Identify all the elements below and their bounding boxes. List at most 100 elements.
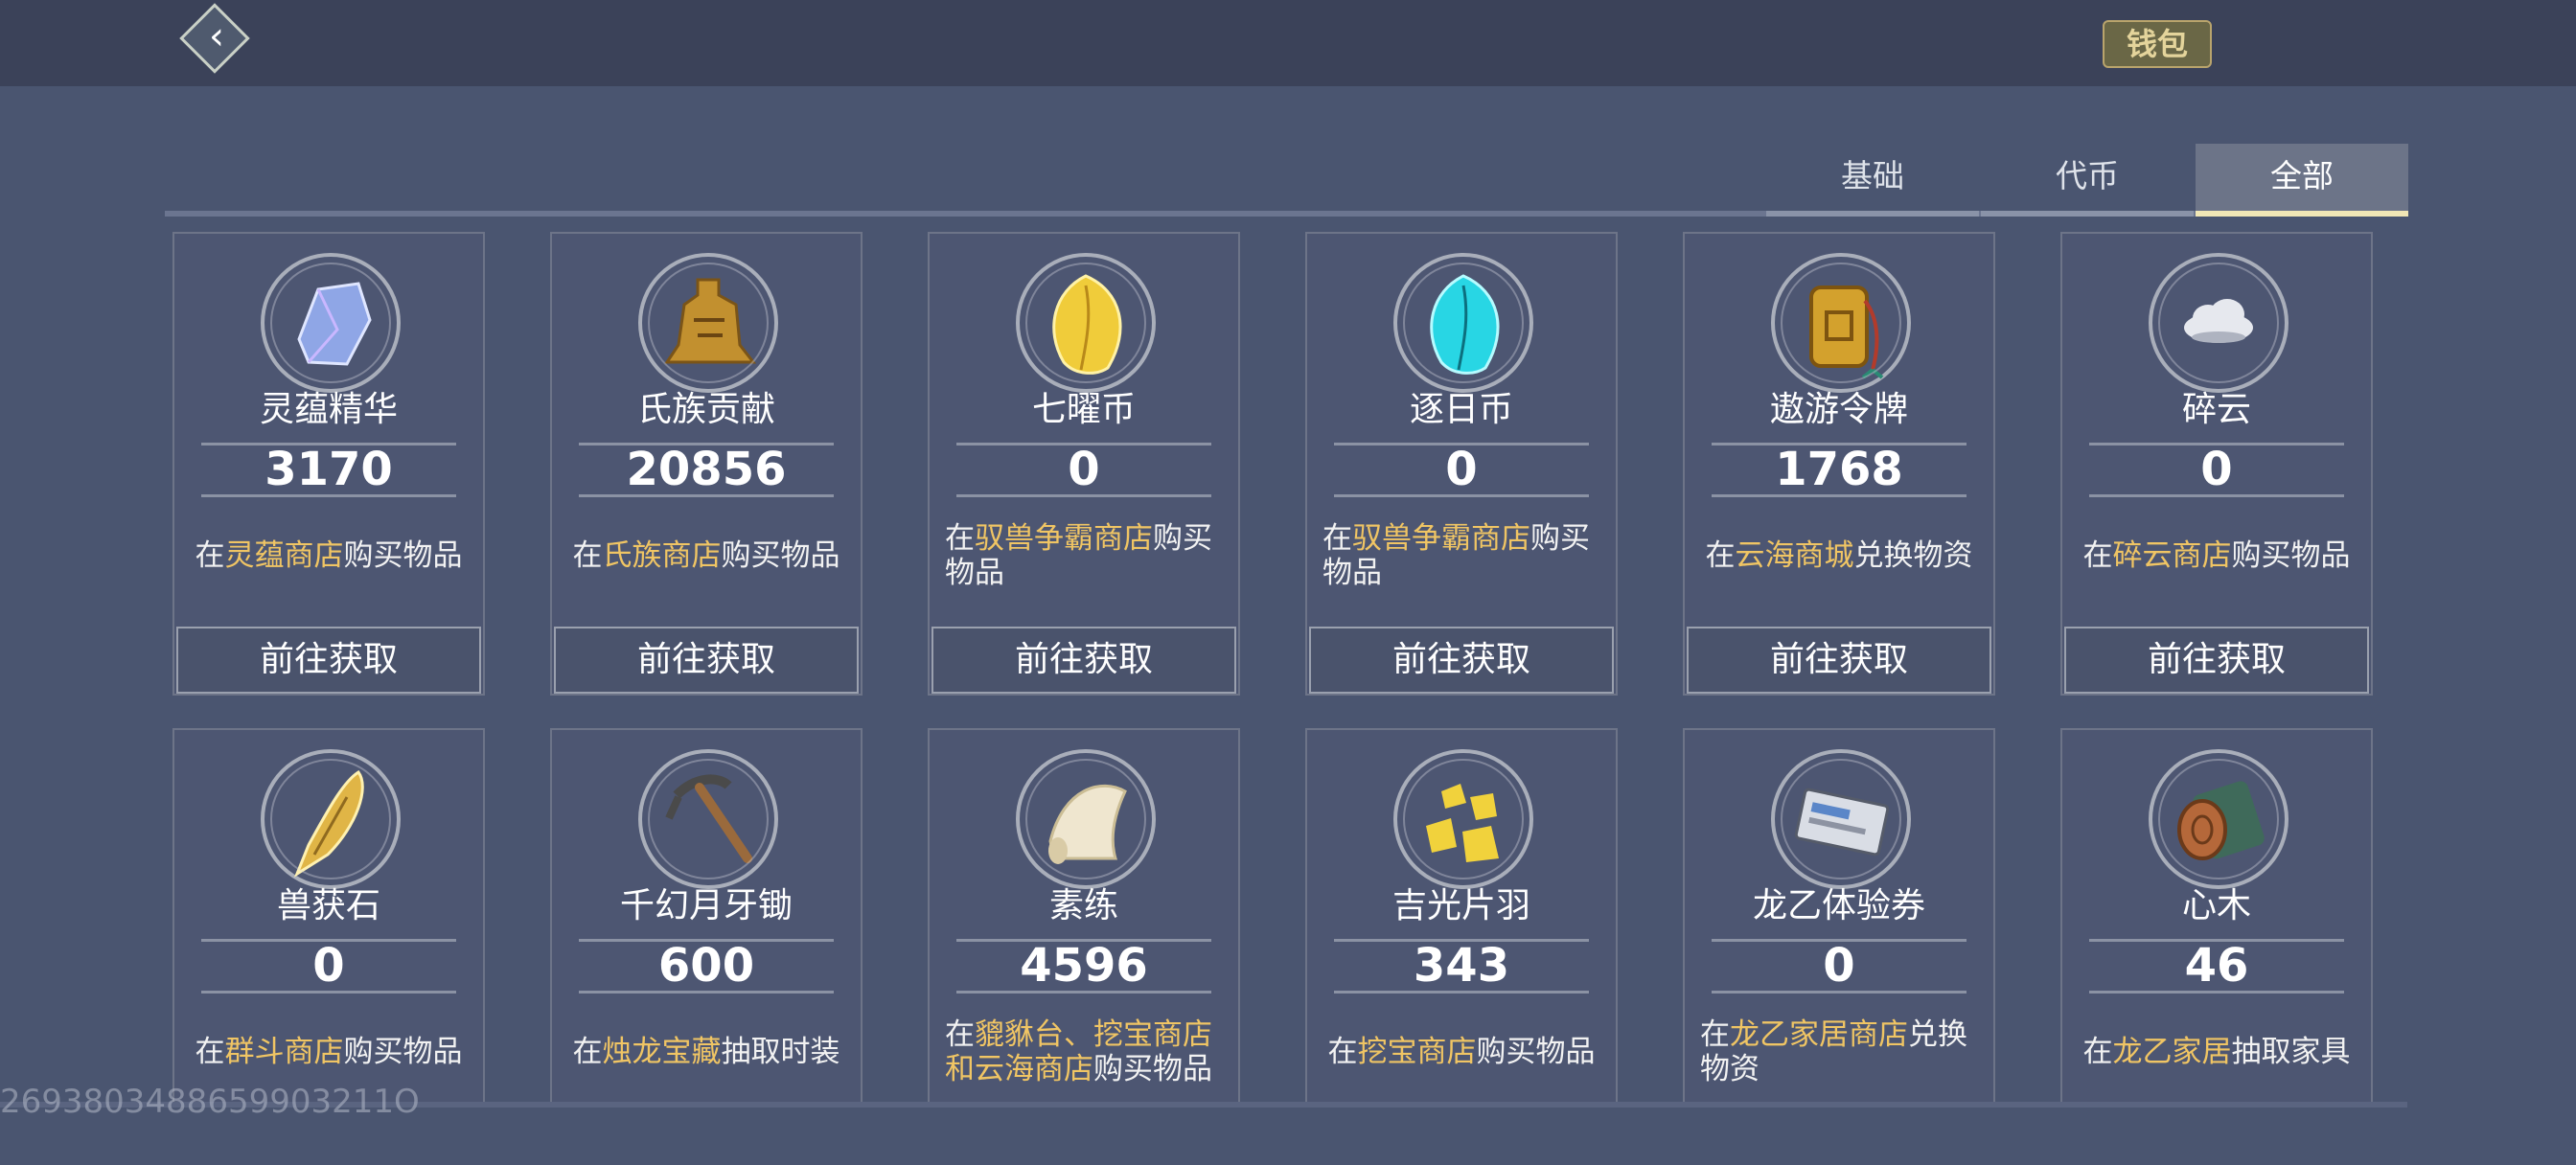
item-source-desc: 在云海商城兑换物资: [1685, 538, 1993, 573]
item-source-desc: 在貔貅台、挖宝商店和云海商店购买物品: [945, 1017, 1232, 1086]
pickaxe-icon: [638, 749, 778, 889]
item-source-desc: 在龙乙家居抽取家具: [2062, 1035, 2371, 1069]
item-name: 龙乙体验券: [1752, 886, 1925, 925]
item-source-desc: 在氏族商店购买物品: [552, 538, 861, 573]
desc-text: 在: [572, 1035, 603, 1069]
go-obtain-button[interactable]: 前往获取: [2064, 627, 2369, 694]
item-source-desc: 在挖宝商店购买物品: [1307, 1035, 1616, 1069]
source-link[interactable]: 驭兽争霸商店: [1352, 521, 1530, 556]
go-obtain-button[interactable]: 前往获取: [1309, 627, 1614, 694]
item-name: 逐日币: [1409, 390, 1513, 429]
desc-text: 购买物品: [343, 538, 463, 573]
go-obtain-button[interactable]: 前往获取: [176, 627, 481, 694]
source-link[interactable]: 云海商城: [1736, 538, 1854, 573]
currency-card: 遨游令牌 1768 在云海商城兑换物资前往获取: [1683, 232, 1995, 696]
source-link[interactable]: 氏族商店: [603, 538, 722, 573]
desc-text: 购买物品: [343, 1035, 463, 1069]
gold-shards-icon: [1393, 749, 1533, 889]
item-count: 4596: [1020, 939, 1148, 993]
currency-card: 七曜币 0 在驭兽争霸商店购买物品前往获取: [928, 232, 1240, 696]
gold-leaf-icon: [1016, 253, 1156, 393]
desc-text: 购买物品: [2231, 538, 2351, 573]
ticket-icon: [1771, 749, 1911, 889]
token-plaque-icon: [1771, 253, 1911, 393]
item-name: 七曜币: [1031, 390, 1136, 429]
item-source-desc: 在驭兽争霸商店购买物品: [1322, 521, 1610, 590]
source-link[interactable]: 灵蕴商店: [225, 538, 344, 573]
currency-card: 碎云 0 在碎云商店购买物品前往获取: [2060, 232, 2373, 696]
item-source-desc: 在龙乙家居商店兑换物资: [1700, 1017, 1988, 1086]
item-count: 3170: [264, 443, 393, 496]
desc-text: 购买物品: [1476, 1035, 1596, 1069]
desc-text: 购买物品: [1093, 1052, 1212, 1086]
tab-tokens[interactable]: 代币: [1981, 144, 2194, 217]
currency-card: 吉光片羽 343 在挖宝商店购买物品: [1305, 728, 1618, 1108]
desc-text: 购买物品: [721, 538, 840, 573]
source-link[interactable]: 群斗商店: [225, 1035, 344, 1069]
source-link[interactable]: 碎云商店: [2113, 538, 2232, 573]
go-obtain-button[interactable]: 前往获取: [932, 627, 1236, 694]
source-link[interactable]: 龙乙家居: [2113, 1035, 2232, 1069]
item-name: 碎云: [2181, 390, 2251, 429]
item-count: 0: [1068, 443, 1100, 496]
currency-card: 千幻月牙锄 600 在烛龙宝藏抽取时装: [550, 728, 862, 1108]
source-link[interactable]: 烛龙宝藏: [603, 1035, 722, 1069]
item-count: 0: [1445, 443, 1478, 496]
desc-text: 在: [1322, 521, 1352, 556]
item-count: 20856: [626, 443, 787, 496]
source-link[interactable]: 驭兽争霸商店: [975, 521, 1153, 556]
item-count: 600: [657, 939, 755, 993]
item-name: 吉光片羽: [1392, 886, 1530, 925]
item-count: 343: [1413, 939, 1510, 993]
item-source-desc: 在驭兽争霸商店购买物品: [945, 521, 1232, 590]
currency-card: 逐日币 0 在驭兽争霸商店购买物品前往获取: [1305, 232, 1618, 696]
go-obtain-button[interactable]: 前往获取: [1687, 627, 1991, 694]
currency-card: 氏族贡献 20856 在氏族商店购买物品前往获取: [550, 232, 862, 696]
desc-text: 在: [2082, 538, 2113, 573]
go-obtain-button[interactable]: 前往获取: [554, 627, 859, 694]
crystal-icon: [261, 253, 401, 393]
wood-log-icon: [2149, 749, 2288, 889]
desc-text: 在: [195, 1035, 225, 1069]
item-name: 氏族贡献: [636, 390, 775, 429]
desc-text: 兑换物资: [1853, 538, 1973, 573]
wallet-button[interactable]: 钱包: [2103, 20, 2212, 68]
item-count: 46: [2184, 939, 2249, 993]
desc-text: 在: [945, 521, 975, 556]
item-name: 心木: [2181, 886, 2251, 925]
feather-stone-icon: [261, 749, 401, 889]
item-source-desc: 在群斗商店购买物品: [174, 1035, 483, 1069]
item-name: 素练: [1048, 886, 1118, 925]
item-count: 0: [2200, 443, 2233, 496]
desc-text: 在: [945, 1017, 975, 1052]
item-name: 灵蕴精华: [259, 390, 398, 429]
source-link[interactable]: 龙乙家居商店: [1730, 1017, 1908, 1052]
item-count: 0: [1823, 939, 1855, 993]
watermark: 2693803488659903211O: [0, 1083, 420, 1121]
item-source-desc: 在烛龙宝藏抽取时装: [552, 1035, 861, 1069]
source-link[interactable]: 挖宝商店: [1358, 1035, 1477, 1069]
desc-text: 在: [2082, 1035, 2113, 1069]
tab-all[interactable]: 全部: [2196, 144, 2408, 217]
item-source-desc: 在碎云商店购买物品: [2062, 538, 2371, 573]
currency-card: 灵蕴精华 3170 在灵蕴商店购买物品前往获取: [172, 232, 485, 696]
back-button[interactable]: ‹: [144, 0, 297, 86]
currency-card: 龙乙体验券 0 在龙乙家居商店兑换物资: [1683, 728, 1995, 1108]
currency-card: 素练 4596 在貔貅台、挖宝商店和云海商店购买物品: [928, 728, 1240, 1108]
desc-text: 抽取时装: [721, 1035, 840, 1069]
top-bar: ‹ 钱包: [0, 0, 2576, 86]
cloud-icon: [2149, 253, 2288, 393]
item-name: 遨游令牌: [1769, 390, 1908, 429]
desc-text: 在: [1705, 538, 1736, 573]
item-source-desc: 在灵蕴商店购买物品: [174, 538, 483, 573]
desc-text: 抽取家具: [2231, 1035, 2351, 1069]
cyan-leaf-icon: [1393, 253, 1533, 393]
currency-card: 心木 46 在龙乙家居抽取家具: [2060, 728, 2373, 1108]
bronze-coin-icon: [638, 253, 778, 393]
item-name: 千幻月牙锄: [619, 886, 793, 925]
silk-scroll-icon: [1016, 749, 1156, 889]
tab-basic[interactable]: 基础: [1766, 144, 1979, 217]
item-count: 0: [312, 939, 345, 993]
item-name: 兽获石: [276, 886, 380, 925]
item-count: 1768: [1775, 443, 1903, 496]
